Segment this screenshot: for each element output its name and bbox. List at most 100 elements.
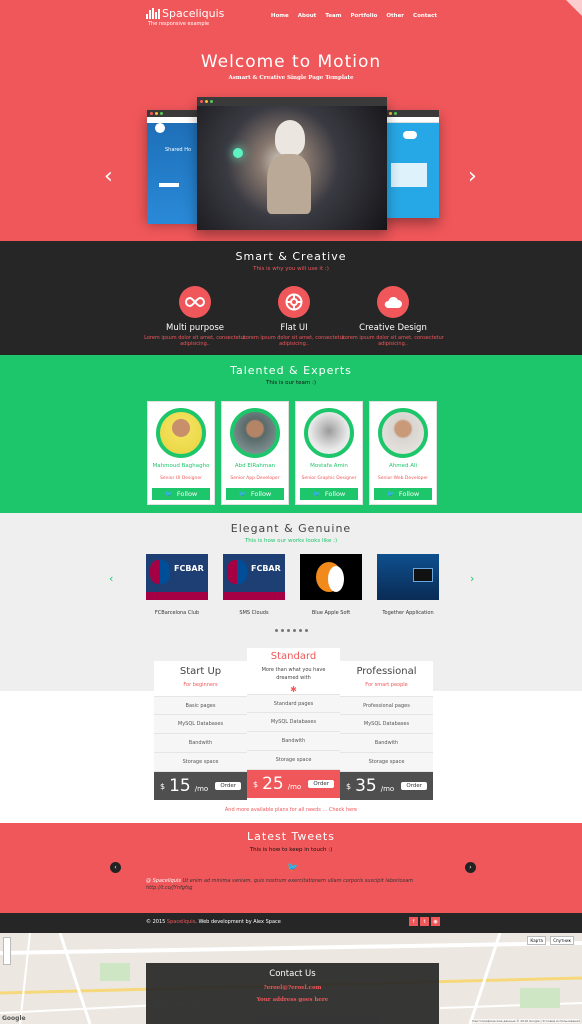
plan-feature: MySQL Databases — [340, 715, 433, 734]
tweet-link[interactable]: http://t.co/jYnfgfsg — [146, 885, 192, 891]
pagination-dot[interactable] — [280, 629, 284, 632]
portfolio-label: SMS Clouds — [239, 610, 269, 616]
portfolio-item[interactable]: Together Application — [377, 554, 439, 616]
price-amount: 25 — [262, 774, 284, 794]
feature-desc: Lorem ipsum dolor sit amet, consectetur … — [342, 335, 444, 347]
portfolio-thumbnail: FCBAR — [223, 554, 285, 600]
plan-feature: Bandwith — [154, 734, 247, 753]
portfolio-item[interactable]: Blue Apple Soft — [300, 554, 362, 616]
follow-button[interactable]: 🐦 Follow — [300, 488, 358, 500]
twitter-icon: 🐦 — [287, 863, 299, 873]
portfolio-item[interactable]: FCBAR SMS Clouds — [223, 554, 285, 616]
contact-title: Contact Us — [269, 969, 316, 979]
follow-button[interactable]: 🐦 Follow — [152, 488, 210, 500]
logo[interactable]: Spaceliquis — [146, 8, 224, 19]
pagination-dot[interactable] — [298, 629, 302, 632]
plan-for: More than what you have dreamed with — [261, 667, 326, 681]
follow-label: Follow — [250, 490, 272, 498]
order-button[interactable]: Order — [215, 782, 241, 790]
member-name: Mostafa Amin — [310, 463, 348, 469]
map-type-satellite[interactable]: Спутник — [550, 936, 574, 945]
pagination-dot[interactable] — [292, 629, 296, 632]
tweet-handle[interactable]: @ Spaceliquis — [146, 878, 181, 884]
price-amount: 35 — [355, 776, 377, 796]
plan-professional: Professional For smart people Profession… — [340, 661, 433, 800]
twitter-bird-icon: 🐦 — [238, 490, 247, 498]
feature-title: Creative Design — [359, 323, 427, 333]
avatar — [378, 408, 428, 458]
plan-price: $ 15 /mo Order — [154, 772, 247, 800]
contact-email[interactable]: ?eroel@?eroel.com — [146, 985, 439, 991]
portfolio-thumbnail — [377, 554, 439, 600]
nav-other[interactable]: Other — [386, 13, 404, 19]
portfolio-label: Blue Apple Soft — [311, 610, 351, 616]
hero-title: Welcome to Motion — [200, 52, 382, 72]
pricing-section: Start Up For beginners Basic pages MySQL… — [0, 647, 582, 823]
portfolio-item[interactable]: FCBAR FCBarcelona Club — [146, 554, 208, 616]
hero-next-arrow[interactable]: › — [468, 166, 477, 188]
header: Spaceliquis The responsive example Home … — [0, 0, 582, 34]
pagination-dot[interactable] — [274, 629, 278, 632]
hero-screen-right — [381, 110, 439, 218]
pagination-dot[interactable] — [304, 629, 308, 632]
portfolio-subtitle: This is how our works looks like :) — [244, 538, 338, 544]
follow-label: Follow — [398, 490, 420, 498]
hero-artwork — [197, 106, 387, 230]
google-logo: Google — [2, 1015, 26, 1022]
nav-portfolio[interactable]: Portfolio — [350, 13, 377, 19]
equalizer-icon — [146, 8, 160, 19]
plan-price: $ 25 /mo Order — [247, 770, 340, 798]
plan-standard: Standard More than what you have dreamed… — [247, 647, 340, 798]
nav-about[interactable]: About — [298, 13, 317, 19]
footer: © 2015 Spaceliquis. Web development by A… — [0, 913, 582, 933]
portfolio-section: Elegant & Genuine This is how our works … — [0, 513, 582, 659]
pagination-dot[interactable] — [286, 629, 290, 632]
team-card: Mahmoud Baghagho Senior UI Designer 🐦 Fol… — [147, 401, 215, 505]
map[interactable]: Карта Спутник Google Картографические да… — [0, 933, 582, 1024]
follow-button[interactable]: 🐦 Follow — [226, 488, 284, 500]
avatar — [230, 408, 280, 458]
map-type-map[interactable]: Карта — [527, 936, 546, 945]
plan-start-up: Start Up For beginners Basic pages MySQL… — [154, 661, 247, 800]
copyright: © 2015 Spaceliquis. Web development by A… — [146, 919, 281, 925]
follow-button[interactable]: 🐦 Follow — [374, 488, 432, 500]
contact-address: Your address goes here — [256, 997, 329, 1003]
team-section: Talented & Experts This is our team :) M… — [0, 355, 582, 513]
portfolio-prev-arrow[interactable]: ‹ — [109, 572, 113, 585]
rss-icon[interactable]: ◉ — [431, 917, 440, 926]
twitter-bird-icon: 🐦 — [164, 490, 173, 498]
team-card: Ahmed Ali Senior Web Developer 🐦 Follow — [369, 401, 437, 505]
more-plans-link[interactable]: And more available plans for all needs .… — [0, 807, 582, 813]
team-title: Talented & Experts — [230, 364, 352, 377]
avatar — [156, 408, 206, 458]
hero-prev-arrow[interactable]: ‹ — [104, 166, 113, 188]
price-amount: 15 — [169, 776, 191, 796]
twitter-social-icon[interactable]: t — [420, 917, 429, 926]
member-name: Ahmed Ali — [388, 463, 418, 469]
nav-team[interactable]: Team — [325, 13, 341, 19]
plan-feature: Storage space — [247, 751, 340, 770]
portfolio-next-arrow[interactable]: › — [470, 572, 474, 585]
nav-contact[interactable]: Contact — [413, 13, 437, 19]
plan-feature: Standard pages — [247, 694, 340, 713]
footer-brand[interactable]: Spaceliquis — [167, 919, 195, 925]
logo-text: Spaceliquis — [162, 7, 225, 20]
nav-home[interactable]: Home — [271, 13, 289, 19]
plan-feature: Bandwith — [247, 732, 340, 751]
plan-feature: MySQL Databases — [154, 715, 247, 734]
corner-fold — [566, 0, 582, 16]
plan-price: $ 35 /mo Order — [340, 772, 433, 800]
plan-feature: Bandwith — [340, 734, 433, 753]
tweet-next-button[interactable]: › — [465, 862, 476, 873]
portfolio-thumbnail — [300, 554, 362, 600]
tweets-subtitle: This is how to keep in touch :) — [249, 847, 333, 853]
hero: Welcome to Motion Asmart & Creative Sing… — [0, 34, 582, 241]
member-name: Abd ElRahman — [234, 463, 276, 469]
team-subtitle: This is our team :) — [265, 380, 316, 386]
tweet-prev-button[interactable]: ‹ — [110, 862, 121, 873]
zoom-control[interactable] — [3, 937, 11, 965]
facebook-icon[interactable]: f — [409, 917, 418, 926]
plan-feature: Storage space — [154, 753, 247, 772]
order-button[interactable]: Order — [401, 782, 427, 790]
order-button[interactable]: Order — [308, 780, 334, 788]
